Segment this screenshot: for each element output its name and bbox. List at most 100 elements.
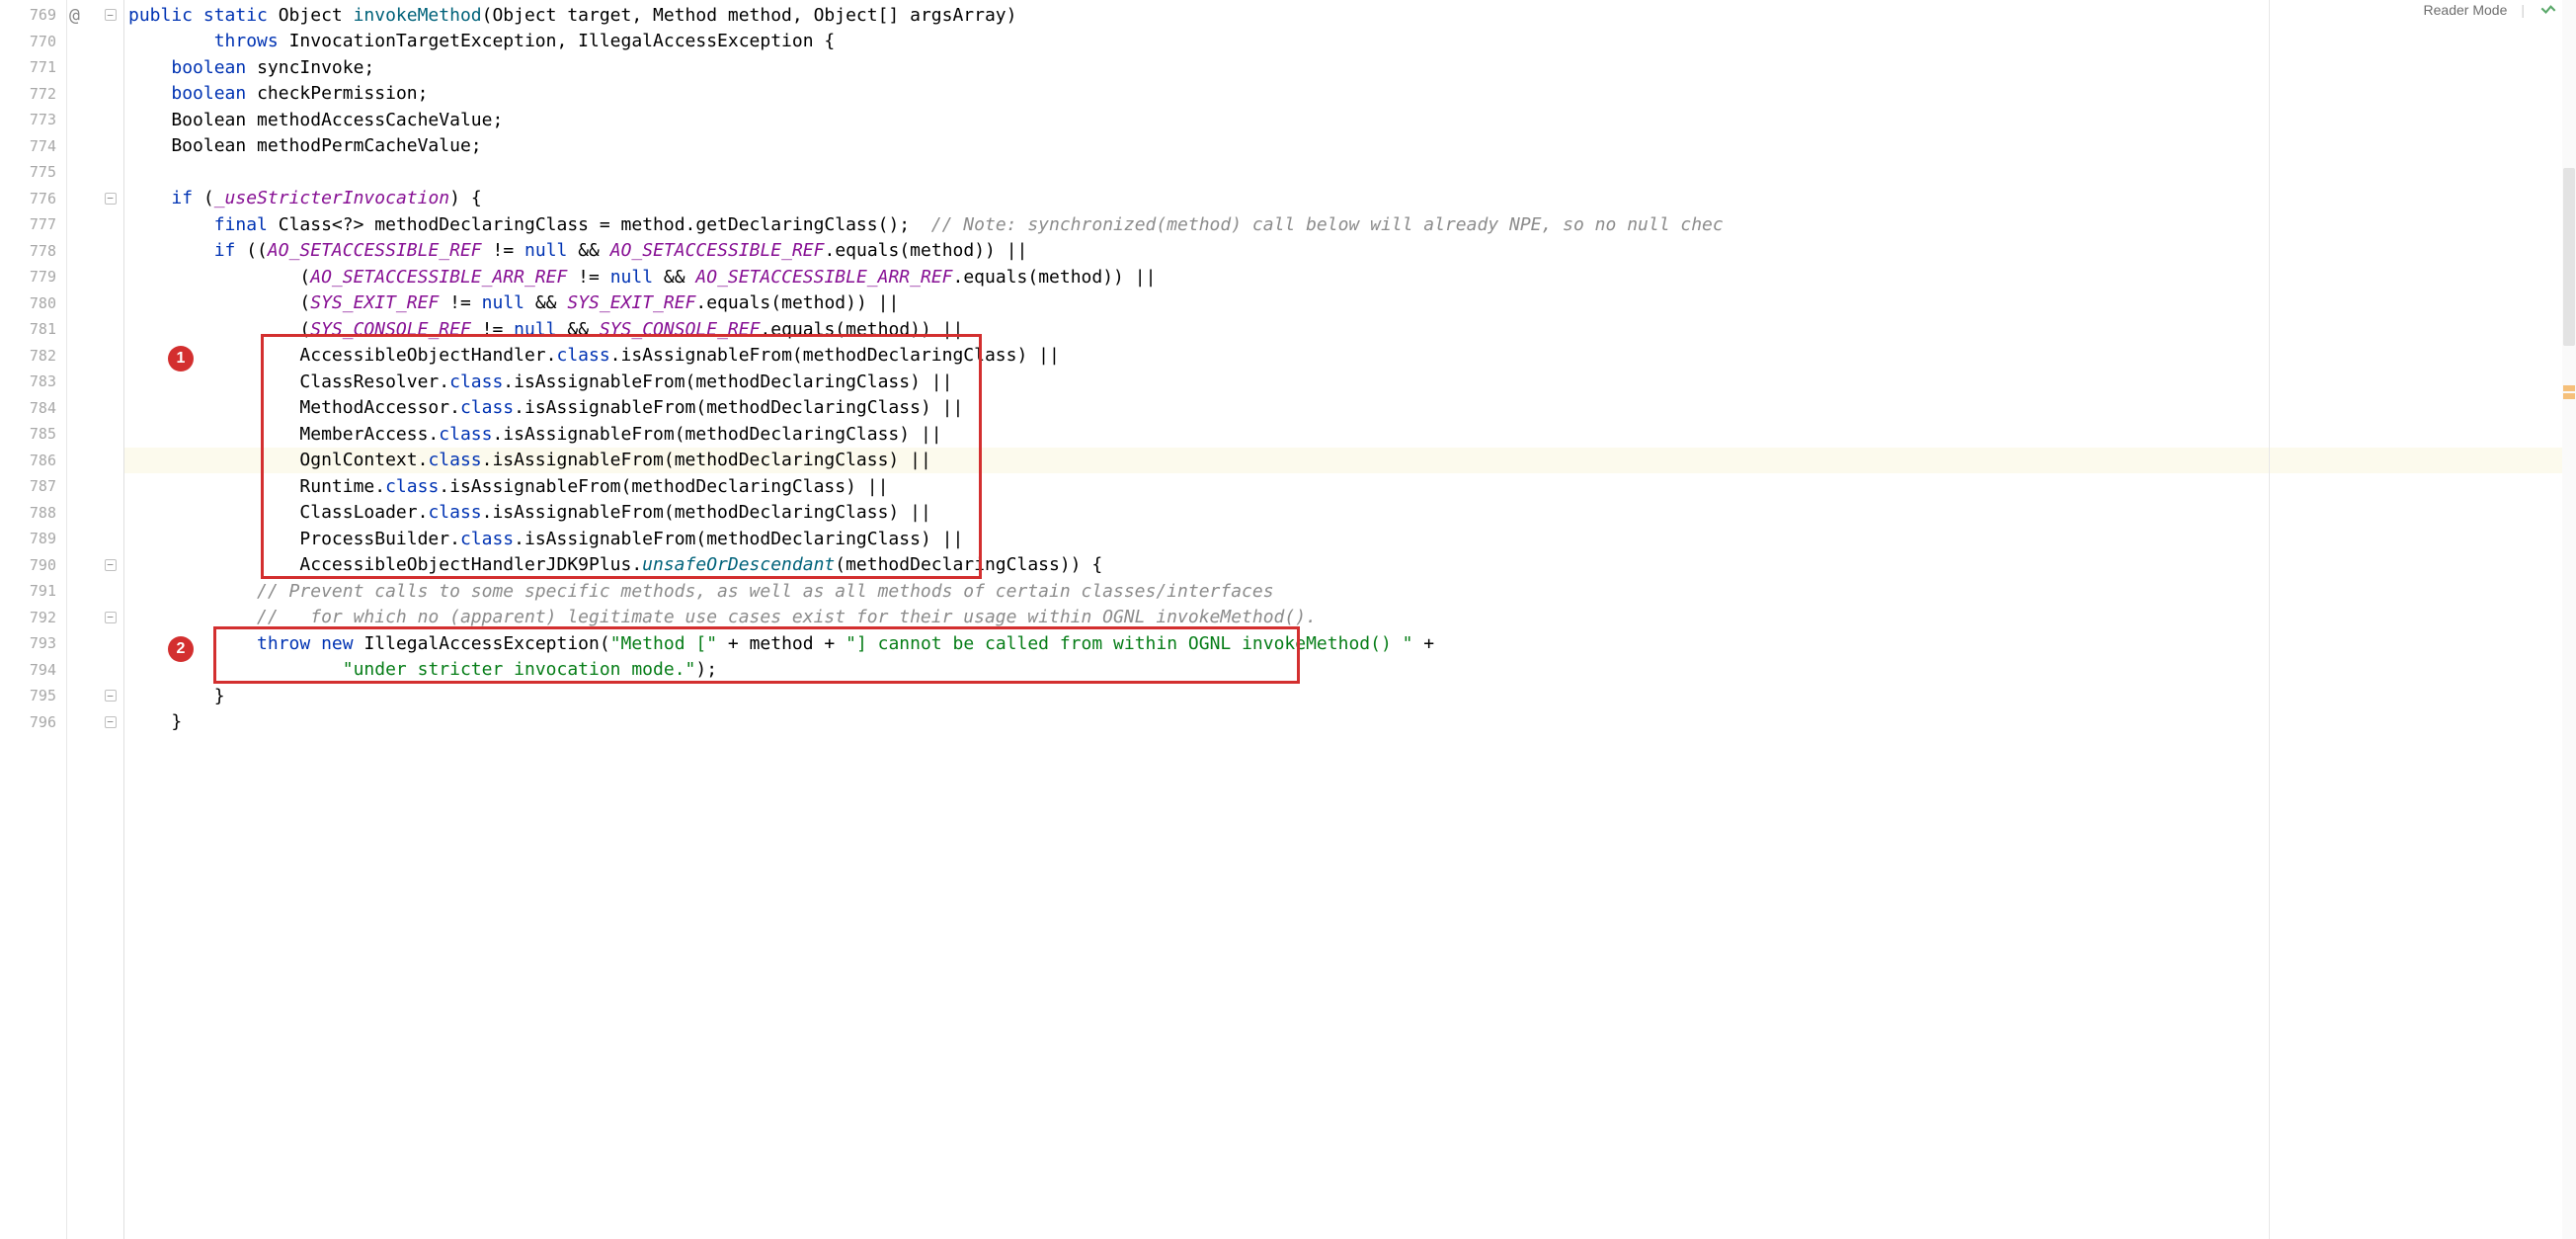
code-line[interactable]: } [124, 709, 2576, 736]
fold-cell[interactable] [97, 369, 123, 395]
fold-cell[interactable] [97, 238, 123, 265]
line-number[interactable]: 789 [0, 526, 66, 552]
line-number[interactable]: 792 [0, 605, 66, 631]
scrollbar-thumb[interactable] [2563, 168, 2575, 346]
line-number[interactable]: 794 [0, 657, 66, 684]
line-number[interactable]: 783 [0, 369, 66, 395]
code-line[interactable]: } [124, 683, 2576, 709]
line-number[interactable]: 780 [0, 290, 66, 317]
line-number[interactable]: 781 [0, 316, 66, 343]
line-number[interactable]: 784 [0, 395, 66, 422]
fold-cell[interactable] [97, 264, 123, 290]
line-number[interactable]: 795 [0, 683, 66, 709]
error-stripe[interactable] [2562, 0, 2576, 1239]
fold-cell[interactable] [97, 552, 123, 579]
line-number[interactable]: 771 [0, 54, 66, 81]
line-number[interactable]: 776 [0, 186, 66, 212]
line-number[interactable]: 796 [0, 709, 66, 736]
code-token [128, 240, 214, 261]
fold-cell[interactable] [97, 448, 123, 474]
code-line[interactable]: "under stricter invocation mode."); [124, 657, 2576, 684]
fold-cell[interactable] [97, 133, 123, 160]
line-number[interactable]: 774 [0, 133, 66, 160]
fold-cell[interactable] [97, 605, 123, 631]
fold-toggle-icon[interactable] [105, 716, 117, 728]
fold-cell[interactable] [97, 211, 123, 238]
line-number[interactable]: 772 [0, 81, 66, 108]
code-line[interactable]: MemberAccess.class.isAssignableFrom(meth… [124, 421, 2576, 448]
fold-cell[interactable] [97, 316, 123, 343]
code-editor[interactable]: public static Object invokeMethod(Object… [124, 0, 2576, 1239]
code-line[interactable]: Runtime.class.isAssignableFrom(methodDec… [124, 473, 2576, 500]
code-line[interactable]: ProcessBuilder.class.isAssignableFrom(me… [124, 526, 2576, 552]
code-line[interactable]: OgnlContext.class.isAssignableFrom(metho… [124, 448, 2576, 474]
line-number[interactable]: 773 [0, 107, 66, 133]
code-line[interactable]: public static Object invokeMethod(Object… [124, 2, 2576, 29]
line-number[interactable]: 787 [0, 473, 66, 500]
fold-cell[interactable] [97, 107, 123, 133]
fold-column[interactable] [97, 0, 124, 1239]
line-number[interactable]: 791 [0, 578, 66, 605]
line-number[interactable]: 793 [0, 630, 66, 657]
code-line[interactable]: // Prevent calls to some specific method… [124, 578, 2576, 605]
fold-cell[interactable] [97, 421, 123, 448]
code-line[interactable]: (SYS_EXIT_REF != null && SYS_EXIT_REF.eq… [124, 290, 2576, 317]
code-line[interactable]: boolean checkPermission; [124, 81, 2576, 108]
fold-toggle-icon[interactable] [105, 612, 117, 623]
code-line[interactable]: Boolean methodPermCacheValue; [124, 133, 2576, 160]
fold-cell[interactable] [97, 2, 123, 29]
line-number[interactable]: 770 [0, 29, 66, 55]
line-number[interactable]: 779 [0, 264, 66, 290]
code-line[interactable]: if ((AO_SETACCESSIBLE_REF != null && AO_… [124, 238, 2576, 265]
code-line[interactable]: boolean syncInvoke; [124, 54, 2576, 81]
fold-toggle-icon[interactable] [105, 193, 117, 205]
reader-mode-link[interactable]: Reader Mode [2424, 2, 2508, 18]
code-line[interactable]: (AO_SETACCESSIBLE_ARR_REF != null && AO_… [124, 264, 2576, 290]
fold-cell[interactable] [97, 159, 123, 186]
code-line[interactable]: ClassLoader.class.isAssignableFrom(metho… [124, 500, 2576, 527]
fold-cell[interactable] [97, 500, 123, 527]
fold-cell[interactable] [97, 81, 123, 108]
code-line[interactable]: if (_useStricterInvocation) { [124, 186, 2576, 212]
line-number[interactable]: 777 [0, 211, 66, 238]
line-number[interactable]: 782 [0, 343, 66, 370]
inspection-ok-icon[interactable] [2538, 0, 2558, 20]
code-line[interactable]: throw new IllegalAccessException("Method… [124, 630, 2576, 657]
line-number[interactable]: 786 [0, 448, 66, 474]
fold-cell[interactable] [97, 709, 123, 736]
fold-cell[interactable] [97, 29, 123, 55]
fold-cell[interactable] [97, 630, 123, 657]
code-line[interactable]: AccessibleObjectHandlerJDK9Plus.unsafeOr… [124, 552, 2576, 579]
fold-cell[interactable] [97, 578, 123, 605]
fold-cell[interactable] [97, 395, 123, 422]
code-line[interactable]: throws InvocationTargetException, Illega… [124, 29, 2576, 55]
code-line[interactable]: Boolean methodAccessCacheValue; [124, 107, 2576, 133]
fold-cell[interactable] [97, 526, 123, 552]
line-number[interactable]: 778 [0, 238, 66, 265]
code-line[interactable]: MethodAccessor.class.isAssignableFrom(me… [124, 395, 2576, 422]
line-number[interactable]: 769 [0, 2, 66, 29]
fold-toggle-icon[interactable] [105, 559, 117, 571]
line-number[interactable]: 775 [0, 159, 66, 186]
fold-toggle-icon[interactable] [105, 9, 117, 21]
line-number-gutter[interactable]: 7697707717727737747757767777787797807817… [0, 0, 67, 1239]
code-line[interactable]: AccessibleObjectHandler.class.isAssignab… [124, 343, 2576, 370]
fold-cell[interactable] [97, 657, 123, 684]
fold-cell[interactable] [97, 683, 123, 709]
line-number[interactable]: 785 [0, 421, 66, 448]
warning-mark[interactable] [2563, 393, 2575, 399]
line-number[interactable]: 790 [0, 552, 66, 579]
fold-cell[interactable] [97, 54, 123, 81]
fold-cell[interactable] [97, 343, 123, 370]
code-line[interactable] [124, 159, 2576, 186]
fold-cell[interactable] [97, 186, 123, 212]
code-line[interactable]: (SYS_CONSOLE_REF != null && SYS_CONSOLE_… [124, 316, 2576, 343]
warning-mark[interactable] [2563, 385, 2575, 391]
line-number[interactable]: 788 [0, 500, 66, 527]
code-line[interactable]: final Class<?> methodDeclaringClass = me… [124, 211, 2576, 238]
fold-cell[interactable] [97, 473, 123, 500]
fold-cell[interactable] [97, 290, 123, 317]
fold-toggle-icon[interactable] [105, 690, 117, 702]
code-line[interactable]: // for which no (apparent) legitimate us… [124, 605, 2576, 631]
code-line[interactable]: ClassResolver.class.isAssignableFrom(met… [124, 369, 2576, 395]
